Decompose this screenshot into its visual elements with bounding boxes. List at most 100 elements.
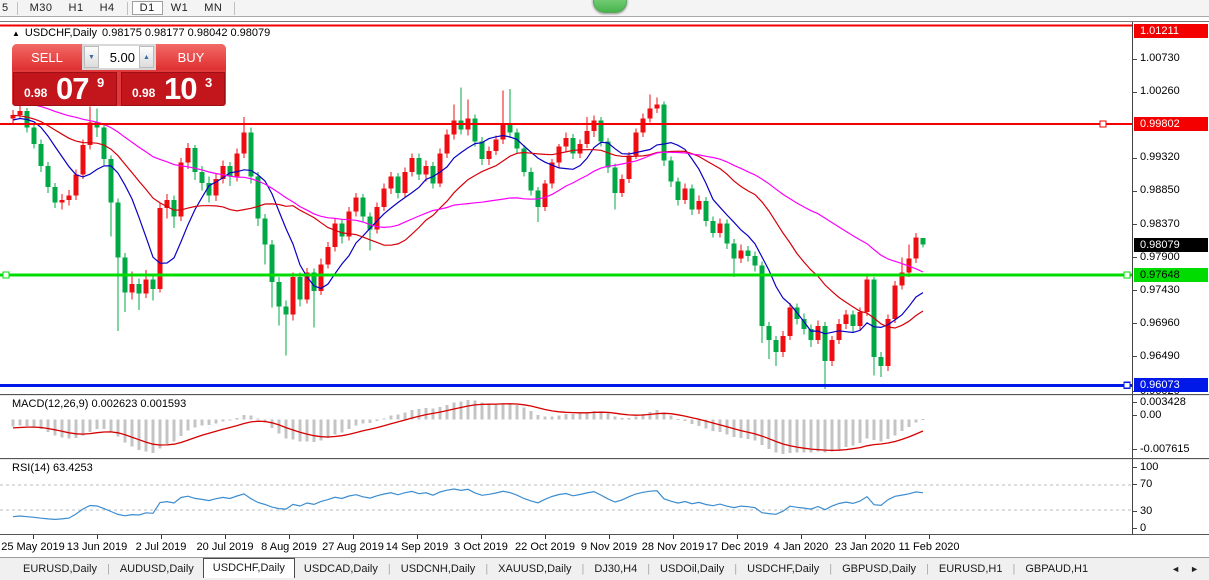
axis-tick — [1133, 59, 1137, 60]
chart-tab-usdcad-daily[interactable]: USDCAD,Daily — [295, 561, 387, 577]
buy-price-big-digits: 10 — [164, 72, 196, 106]
chart-tab-usdchf-daily[interactable]: USDCHF,Daily — [738, 561, 828, 577]
price-level-badge: 0.98079 — [1134, 238, 1208, 252]
macd-scale-zero: 0.00 — [1140, 409, 1161, 422]
time-axis-tick — [417, 535, 418, 539]
time-axis-label: 8 Aug 2019 — [261, 541, 317, 553]
tab-scroll-buttons: ◄ ► — [1171, 564, 1209, 574]
chart-tab-dj30-h4[interactable]: DJ30,H4 — [585, 561, 646, 577]
chart-tab-usdoil-daily[interactable]: USDOil,Daily — [651, 561, 733, 577]
price-tick-label: 0.97430 — [1140, 284, 1180, 297]
chart-tab-xauusd-daily[interactable]: XAUUSD,Daily — [489, 561, 580, 577]
price-level-badge: 1.01211 — [1134, 24, 1208, 38]
time-axis-tick — [609, 535, 610, 539]
time-axis-tick — [545, 535, 546, 539]
time-axis-label: 22 Oct 2019 — [515, 541, 575, 553]
toolbar-separator — [17, 2, 18, 15]
axis-tick — [1133, 511, 1137, 512]
timeframe-buttons: M30H1H4 D1W1MN — [22, 1, 240, 15]
main-macd-splitter[interactable] — [0, 394, 1209, 396]
price-level-badge: 0.96073 — [1134, 378, 1208, 392]
price-tick-label: 0.96490 — [1140, 350, 1180, 363]
time-axis-label: 28 Nov 2019 — [642, 541, 704, 553]
timeframe-button-partial[interactable]: 5 — [0, 1, 13, 15]
time-axis-tick — [161, 535, 162, 539]
macd-header: MACD(12,26,9) 0.002623 0.001593 — [12, 398, 186, 410]
chart-tab-audusd-daily[interactable]: AUDUSD,Daily — [111, 561, 203, 577]
timeframe-button-mn[interactable]: MN — [196, 1, 230, 15]
axis-tick — [1133, 92, 1137, 93]
time-axis-tick — [929, 535, 930, 539]
macd-scale-max: 0.003428 — [1140, 396, 1186, 409]
price-tick-label: 0.98370 — [1140, 218, 1180, 231]
toolbar-separator — [234, 2, 235, 15]
buy-price-pip-digit: 3 — [205, 75, 212, 90]
chart-tab-eurusd-daily[interactable]: EURUSD,Daily — [14, 561, 106, 577]
chart-tab-usdchf-daily[interactable]: USDCHF,Daily — [203, 558, 295, 578]
time-axis-label: 4 Jan 2020 — [774, 541, 828, 553]
macd-rsi-splitter[interactable] — [0, 458, 1209, 460]
price-tick-label: 0.99320 — [1140, 151, 1180, 164]
volume-increase-button[interactable]: ▲ — [139, 46, 154, 68]
rsi-scale-label: 100 — [1140, 461, 1158, 474]
chart-tab-bar: EURUSD,Daily|AUDUSD,DailyUSDCHF,DailyUSD… — [0, 557, 1209, 580]
axis-tick — [1133, 356, 1137, 357]
buy-price-display[interactable]: 0.98 10 3 — [121, 72, 225, 106]
time-axis-label: 25 May 2019 — [1, 541, 65, 553]
sell-price-display[interactable]: 0.98 07 9 — [13, 72, 117, 106]
macd-scale-min: -0.007615 — [1140, 443, 1190, 456]
chart-tab-eurusd-h1[interactable]: EURUSD,H1 — [930, 561, 1012, 577]
terminal-window: 5 M30H1H4 D1W1MN ▲ USDCHF,Daily 0.98175 0… — [0, 0, 1209, 580]
rsi-pane-canvas[interactable] — [0, 460, 1133, 534]
chart-title: ▲ USDCHF,Daily 0.98175 0.98177 0.98042 0… — [12, 27, 270, 39]
time-axis-tick — [801, 535, 802, 539]
price-tick-label: 0.96960 — [1140, 317, 1180, 330]
chart-tab-gbpusd-daily[interactable]: GBPUSD,Daily — [833, 561, 925, 577]
price-tick-label: 1.00730 — [1140, 52, 1180, 65]
timeframe-button-h4[interactable]: H4 — [92, 1, 123, 15]
timeframe-button-w1[interactable]: W1 — [163, 1, 197, 15]
price-level-badge: 0.99802 — [1134, 117, 1208, 131]
volume-input[interactable]: 5.00 — [99, 46, 139, 68]
axis-tick — [1133, 191, 1137, 192]
axis-tick — [1133, 290, 1137, 291]
time-axis-tick — [737, 535, 738, 539]
sell-price-big-digits: 07 — [56, 72, 88, 106]
timeframe-button-d1[interactable]: D1 — [132, 1, 163, 15]
time-axis-label: 11 Feb 2020 — [899, 541, 960, 553]
time-axis-tick — [97, 535, 98, 539]
time-axis-tick — [481, 535, 482, 539]
chart-ohlc-values: 0.98175 0.98177 0.98042 0.98079 — [102, 27, 270, 39]
green-pill-artifact — [593, 0, 627, 13]
tab-scroll-right-button[interactable]: ► — [1190, 564, 1199, 574]
sell-button[interactable]: SELL — [12, 44, 82, 70]
time-axis-tick — [289, 535, 290, 539]
one-click-collapse-icon[interactable]: ▲ — [12, 29, 20, 38]
one-click-trade-panel: SELL ▼ 5.00 ▲ BUY 0.98 07 9 0.98 10 3 — [12, 44, 226, 106]
axis-tick — [1133, 158, 1137, 159]
axis-tick — [1133, 323, 1137, 324]
axis-tick — [1133, 224, 1137, 225]
axis-tick — [1133, 484, 1137, 485]
time-axis-tick — [225, 535, 226, 539]
volume-spinner: ▼ 5.00 ▲ — [82, 44, 156, 70]
timeframe-button-m30[interactable]: M30 — [22, 1, 61, 15]
rsi-header: RSI(14) 63.4253 — [12, 462, 93, 474]
rsi-scale-label: 30 — [1140, 505, 1152, 518]
timeframe-button-h1[interactable]: H1 — [61, 1, 92, 15]
axis-tick — [1133, 257, 1137, 258]
axis-tick — [1133, 449, 1137, 450]
chart-tab-gbpaud-h1[interactable]: GBPAUD,H1 — [1016, 561, 1097, 577]
time-axis-tick — [33, 535, 34, 539]
tab-scroll-left-button[interactable]: ◄ — [1171, 564, 1180, 574]
chart-tab-usdcnh-daily[interactable]: USDCNH,Daily — [392, 561, 485, 577]
time-axis-label: 3 Oct 2019 — [454, 541, 508, 553]
time-axis-label: 27 Aug 2019 — [322, 541, 384, 553]
volume-decrease-button[interactable]: ▼ — [84, 46, 99, 68]
buy-button[interactable]: BUY — [156, 44, 226, 70]
time-axis-tick — [865, 535, 866, 539]
axis-tick — [1133, 415, 1137, 416]
chart-symbol-label: USDCHF,Daily — [25, 27, 97, 39]
time-axis-label: 2 Jul 2019 — [136, 541, 187, 553]
price-level-badge: 0.97648 — [1134, 268, 1208, 282]
